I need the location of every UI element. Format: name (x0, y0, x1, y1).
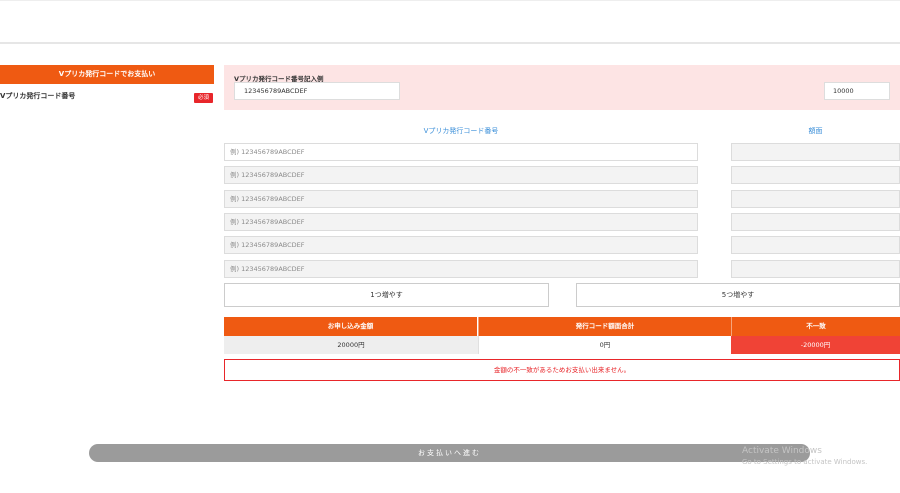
amount-input-5[interactable] (731, 236, 900, 254)
code-input-5[interactable]: 例) 123456789ABCDEF (224, 236, 698, 254)
amount-input-2[interactable] (731, 166, 900, 184)
mismatch-header: 不一致 (731, 317, 900, 336)
applied-amount-header: お申し込み金額 (224, 317, 477, 336)
required-badge: 必須 (194, 93, 213, 103)
payment-method-header: Vプリカ発行コードでお支払い (0, 65, 214, 84)
applied-amount-value: 20000円 (224, 336, 478, 354)
code-input-4[interactable]: 例) 123456789ABCDEF (224, 213, 698, 231)
amount-column-header: 額面 (808, 127, 823, 135)
example-amount-box: 10000 (824, 82, 890, 100)
top-divider (0, 0, 900, 1)
windows-activation-watermark-subtitle: Go to Settings to activate Windows. (742, 458, 868, 466)
code-column-header: Vプリカ発行コード番号 (423, 127, 499, 135)
code-input-2[interactable]: 例) 123456789ABCDEF (224, 166, 698, 184)
mismatch-value: -20000円 (731, 336, 900, 354)
error-message: 金額の不一致があるためお支払い出来ません。 (224, 359, 900, 381)
windows-activation-watermark-title: Activate Windows (742, 446, 822, 456)
code-total-header: 発行コード額面合計 (478, 317, 731, 336)
amount-input-1[interactable] (731, 143, 900, 161)
add-one-button[interactable]: 1つ増やす (224, 283, 549, 307)
amount-input-3[interactable] (731, 190, 900, 208)
code-field-label: Vプリカ発行コード番号 (0, 92, 76, 100)
code-input-6[interactable]: 例) 123456789ABCDEF (224, 260, 698, 278)
amount-input-6[interactable] (731, 260, 900, 278)
proceed-to-payment-button[interactable]: お支払いへ進む (89, 444, 810, 462)
top-header-bar (0, 0, 900, 44)
code-total-value: 0円 (478, 336, 731, 354)
example-code-box: 123456789ABCDEF (234, 82, 400, 100)
code-input-3[interactable]: 例) 123456789ABCDEF (224, 190, 698, 208)
code-input-1[interactable]: 例) 123456789ABCDEF (224, 143, 698, 161)
amount-input-4[interactable] (731, 213, 900, 231)
add-five-button[interactable]: 5つ増やす (576, 283, 900, 307)
